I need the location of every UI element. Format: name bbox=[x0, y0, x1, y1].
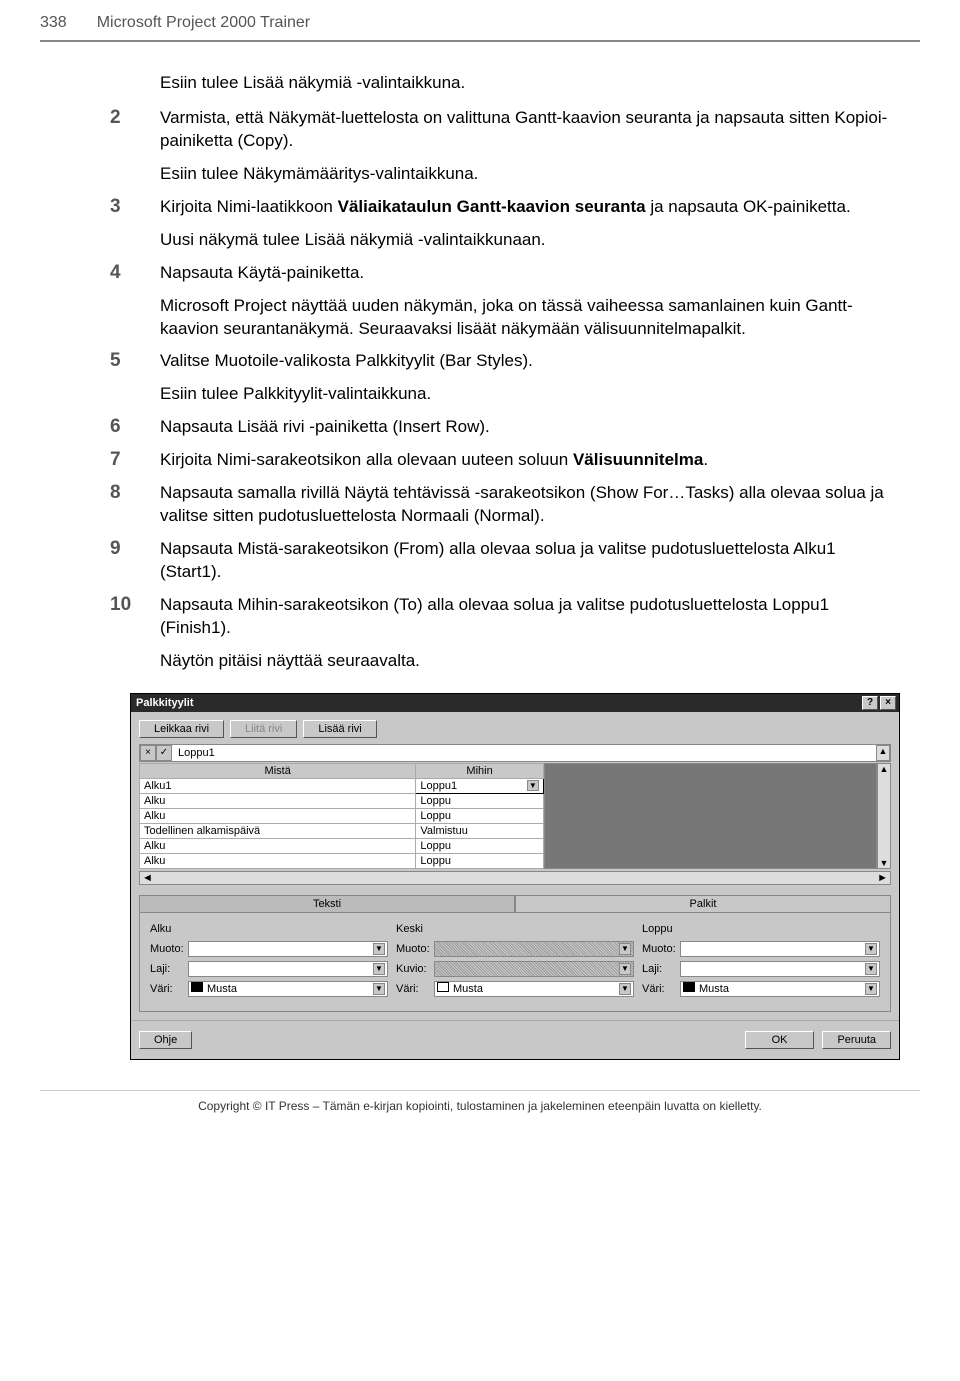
step-10-after: Näytön pitäisi näyttää seuraavalta. bbox=[160, 650, 900, 673]
grid-left: MistäMihin Alku1Loppu1 ▼ AlkuLoppu AlkuL… bbox=[139, 763, 544, 869]
step-8: 8 Napsauta samalla rivillä Näytä tehtävi… bbox=[160, 482, 900, 528]
ok-button[interactable]: OK bbox=[745, 1031, 815, 1049]
step-7: 7 Kirjoita Nimi-sarakeotsikon alla oleva… bbox=[160, 449, 900, 472]
step-10: 10 Napsauta Mihin-sarakeotsikon (To) all… bbox=[160, 594, 900, 640]
tabs: Teksti Palkit bbox=[139, 895, 891, 912]
page-number: 338 bbox=[40, 14, 67, 32]
three-columns: Alku Muoto:▼ Laji:▼ Väri:Musta▼ Keski Mu… bbox=[150, 923, 880, 1001]
formula-bar: × ✓ Loppu1 ▲ bbox=[139, 744, 891, 762]
start-shape-dropdown[interactable]: ▼ bbox=[188, 941, 388, 957]
step-2-after: Esiin tulee Näkymämääritys-valintaikkuna… bbox=[160, 163, 900, 186]
step-number: 5 bbox=[110, 350, 160, 373]
tab-bars[interactable]: Palkit bbox=[515, 895, 891, 912]
section-mid: Keski bbox=[396, 923, 634, 935]
end-shape-dropdown[interactable]: ▼ bbox=[680, 941, 880, 957]
cut-row-button[interactable]: Leikkaa rivi bbox=[139, 720, 224, 738]
scroll-up-icon[interactable]: ▲ bbox=[879, 746, 888, 756]
header-divider bbox=[40, 40, 920, 42]
col-mid: Keski Muoto:▼ Kuvio:▼ Väri:Musta▼ bbox=[396, 923, 634, 1001]
step-text: Kirjoita Nimi-laatikkoon Väliaikataulun … bbox=[160, 196, 851, 219]
end-color-dropdown[interactable]: Musta▼ bbox=[680, 981, 880, 997]
step-number: 2 bbox=[110, 107, 160, 153]
horizontal-scrollbar[interactable]: ◄► bbox=[139, 871, 891, 885]
preview-area bbox=[544, 763, 877, 869]
step-6: 6 Napsauta Lisää rivi -painiketta (Inser… bbox=[160, 416, 900, 439]
end-type-dropdown[interactable]: ▼ bbox=[680, 961, 880, 977]
dropdown-arrow-icon[interactable]: ▼ bbox=[527, 780, 539, 791]
col-end: Loppu Muoto:▼ Laji:▼ Väri:Musta▼ bbox=[642, 923, 880, 1001]
col-to: Mihin bbox=[416, 763, 543, 778]
step-number: 4 bbox=[110, 262, 160, 285]
step-3: 3 Kirjoita Nimi-laatikkoon Väliaikataulu… bbox=[160, 196, 900, 219]
insert-row-button[interactable]: Lisää rivi bbox=[303, 720, 376, 738]
copyright-footer: Copyright © IT Press – Tämän e-kirjan ko… bbox=[40, 1090, 920, 1133]
step-number: 8 bbox=[110, 482, 160, 528]
step-text: Napsauta Mistä-sarakeotsikon (From) alla… bbox=[160, 538, 900, 584]
step-4-after: Microsoft Project näyttää uuden näkymän,… bbox=[160, 295, 900, 341]
step-text: Valitse Muotoile-valikosta Palkkityylit … bbox=[160, 350, 533, 373]
step-text: Napsauta samalla rivillä Näytä tehtäviss… bbox=[160, 482, 900, 528]
cancel-edit-icon[interactable]: × bbox=[140, 745, 156, 761]
dialog-body: Leikkaa rivi Liitä rivi Lisää rivi × ✓ L… bbox=[131, 712, 899, 1020]
step-5: 5 Valitse Muotoile-valikosta Palkkityyli… bbox=[160, 350, 900, 373]
step-number: 10 bbox=[110, 594, 160, 640]
dialog-footer: Ohje OK Peruuta bbox=[131, 1020, 899, 1059]
formula-value[interactable]: Loppu1 bbox=[172, 745, 876, 761]
cancel-button[interactable]: Peruuta bbox=[822, 1031, 891, 1049]
section-end: Loppu bbox=[642, 923, 880, 935]
main-content: Esiin tulee Lisää näkymiä -valintaikkuna… bbox=[0, 72, 960, 1060]
step-text: Napsauta Lisää rivi -painiketta (Insert … bbox=[160, 416, 490, 439]
help-icon[interactable]: ? bbox=[862, 696, 878, 710]
tab-panel: Alku Muoto:▼ Laji:▼ Väri:Musta▼ Keski Mu… bbox=[139, 912, 891, 1012]
dialog-title: Palkkityylit bbox=[134, 697, 860, 709]
vertical-scrollbar[interactable]: ▲▼ bbox=[877, 763, 891, 869]
accept-edit-icon[interactable]: ✓ bbox=[156, 745, 172, 761]
step-5-after: Esiin tulee Palkkityylit-valintaikkuna. bbox=[160, 383, 900, 406]
start-type-dropdown[interactable]: ▼ bbox=[188, 961, 388, 977]
step-number: 3 bbox=[110, 196, 160, 219]
section-start: Alku bbox=[150, 923, 388, 935]
button-row: Leikkaa rivi Liitä rivi Lisää rivi bbox=[139, 720, 891, 738]
dialog-titlebar: Palkkityylit ? × bbox=[131, 694, 899, 712]
book-title: Microsoft Project 2000 Trainer bbox=[97, 14, 310, 32]
step-text: Napsauta Käytä-painiketta. bbox=[160, 262, 364, 285]
close-icon[interactable]: × bbox=[880, 696, 896, 710]
styles-table[interactable]: MistäMihin Alku1Loppu1 ▼ AlkuLoppu AlkuL… bbox=[139, 763, 544, 869]
paste-row-button: Liitä rivi bbox=[230, 720, 297, 738]
help-button[interactable]: Ohje bbox=[139, 1031, 192, 1049]
step-9: 9 Napsauta Mistä-sarakeotsikon (From) al… bbox=[160, 538, 900, 584]
step-text: Napsauta Mihin-sarakeotsikon (To) alla o… bbox=[160, 594, 900, 640]
step-text: Varmista, että Näkymät-luettelosta on va… bbox=[160, 107, 900, 153]
bar-styles-dialog: Palkkityylit ? × Leikkaa rivi Liitä rivi… bbox=[130, 693, 900, 1060]
mid-color-dropdown[interactable]: Musta▼ bbox=[434, 981, 634, 997]
tab-text[interactable]: Teksti bbox=[139, 895, 515, 912]
step-2: 2 Varmista, että Näkymät-luettelosta on … bbox=[160, 107, 900, 153]
page-header: 338 Microsoft Project 2000 Trainer bbox=[0, 0, 960, 40]
step-number: 9 bbox=[110, 538, 160, 584]
col-start: Alku Muoto:▼ Laji:▼ Väri:Musta▼ bbox=[150, 923, 388, 1001]
intro-text: Esiin tulee Lisää näkymiä -valintaikkuna… bbox=[160, 72, 900, 95]
step-number: 7 bbox=[110, 449, 160, 472]
step-3-after: Uusi näkymä tulee Lisää näkymiä -valinta… bbox=[160, 229, 900, 252]
step-text: Kirjoita Nimi-sarakeotsikon alla olevaan… bbox=[160, 449, 708, 472]
mid-pattern-dropdown[interactable]: ▼ bbox=[434, 961, 634, 977]
grid-wrap: MistäMihin Alku1Loppu1 ▼ AlkuLoppu AlkuL… bbox=[139, 763, 891, 869]
mid-shape-dropdown[interactable]: ▼ bbox=[434, 941, 634, 957]
step-4: 4 Napsauta Käytä-painiketta. bbox=[160, 262, 900, 285]
start-color-dropdown[interactable]: Musta▼ bbox=[188, 981, 388, 997]
step-number: 6 bbox=[110, 416, 160, 439]
col-from: Mistä bbox=[140, 763, 416, 778]
